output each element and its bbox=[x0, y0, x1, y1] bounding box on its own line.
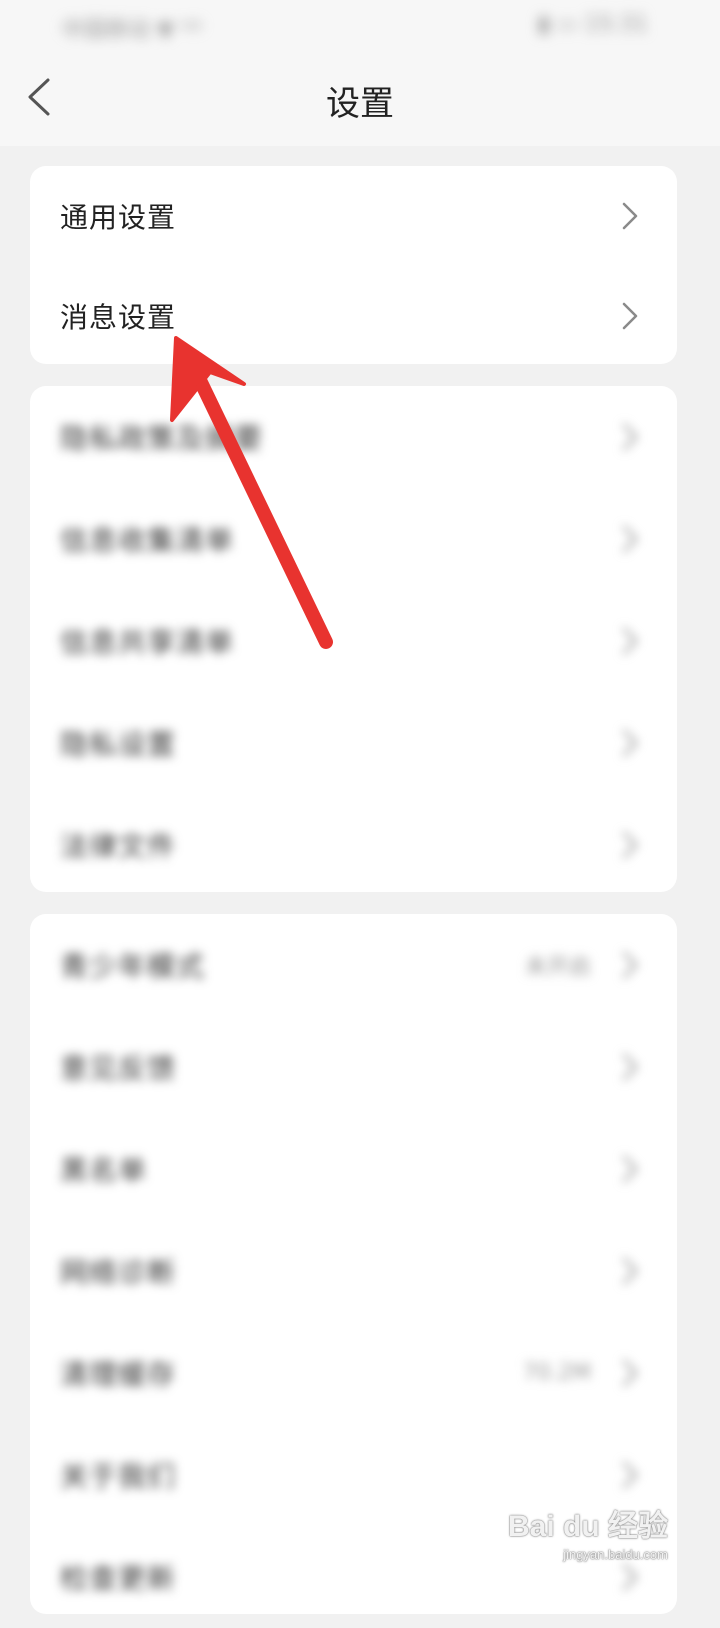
status-left: 中国移动 ▼ ᴴᴰ bbox=[62, 18, 202, 43]
row-label: 隐私政策及摘要 bbox=[60, 422, 264, 455]
row-privacy-settings[interactable]: 隐私设置 bbox=[30, 692, 677, 794]
chevron-right-icon bbox=[622, 1563, 638, 1591]
chevron-right-icon bbox=[622, 1461, 638, 1489]
chevron-right-icon bbox=[622, 729, 638, 757]
row-blacklist[interactable]: 黑名单 bbox=[30, 1118, 677, 1220]
row-clear-cache[interactable]: 清理缓存 70.2M bbox=[30, 1322, 677, 1424]
row-label: 通用设置 bbox=[60, 201, 177, 234]
row-info-sharing[interactable]: 信息共享清单 bbox=[30, 590, 677, 692]
row-message-settings[interactable]: 消息设置 bbox=[30, 266, 677, 366]
row-label: 青少年模式 bbox=[60, 950, 206, 983]
row-value: 70.2M bbox=[523, 1360, 591, 1386]
row-general-settings[interactable]: 通用设置 bbox=[30, 166, 677, 266]
status-bar: 中国移动 ▼ ᴴᴰ ▮ ▭ 15:31 bbox=[0, 0, 720, 50]
row-label: 法律文件 bbox=[60, 830, 177, 863]
row-label: 清理缓存 bbox=[60, 1358, 177, 1391]
row-teen-mode[interactable]: 青少年模式 未开启 bbox=[30, 914, 677, 1016]
row-label: 关于我们 bbox=[60, 1460, 177, 1493]
row-feedback[interactable]: 意见反馈 bbox=[30, 1016, 677, 1118]
chevron-right-icon bbox=[622, 1359, 638, 1387]
row-label: 黑名单 bbox=[60, 1154, 148, 1187]
row-privacy-policy[interactable]: 隐私政策及摘要 bbox=[30, 386, 677, 488]
nav-bar: 设置 bbox=[0, 50, 720, 146]
chevron-right-icon bbox=[622, 423, 638, 451]
row-value: 未开启 bbox=[524, 955, 591, 980]
watermark-url: jingyan.baidu.com bbox=[563, 1547, 668, 1562]
settings-group-privacy: 隐私政策及摘要 信息收集清单 信息共享清单 隐私设置 法律文件 bbox=[30, 386, 677, 892]
row-label: 信息收集清单 bbox=[60, 524, 235, 557]
chevron-right-icon bbox=[622, 627, 638, 655]
chevron-right-icon bbox=[622, 1053, 638, 1081]
chevron-right-icon bbox=[622, 202, 638, 230]
row-label: 消息设置 bbox=[60, 301, 177, 334]
row-label: 网络诊断 bbox=[60, 1256, 177, 1289]
row-label: 检查更新 bbox=[60, 1562, 177, 1595]
status-right: ▮ ▭ 15:31 bbox=[537, 12, 648, 37]
chevron-right-icon bbox=[622, 951, 638, 979]
chevron-right-icon bbox=[622, 525, 638, 553]
watermark-logo: Bai du 经验 bbox=[507, 1510, 668, 1543]
chevron-right-icon bbox=[622, 1257, 638, 1285]
row-legal-documents[interactable]: 法律文件 bbox=[30, 794, 677, 896]
chevron-right-icon bbox=[622, 302, 638, 330]
row-network-diagnosis[interactable]: 网络诊断 bbox=[30, 1220, 677, 1322]
row-label: 信息共享清单 bbox=[60, 626, 235, 659]
settings-group-main: 通用设置 消息设置 bbox=[30, 166, 677, 364]
row-label: 意见反馈 bbox=[60, 1052, 177, 1085]
page-title: 设置 bbox=[326, 84, 394, 124]
row-label: 隐私设置 bbox=[60, 728, 177, 761]
watermark: Bai du 经验 jingyan.baidu.com bbox=[508, 1501, 668, 1562]
chevron-right-icon bbox=[622, 831, 638, 859]
chevron-right-icon bbox=[622, 1155, 638, 1183]
row-info-collection[interactable]: 信息收集清单 bbox=[30, 488, 677, 590]
